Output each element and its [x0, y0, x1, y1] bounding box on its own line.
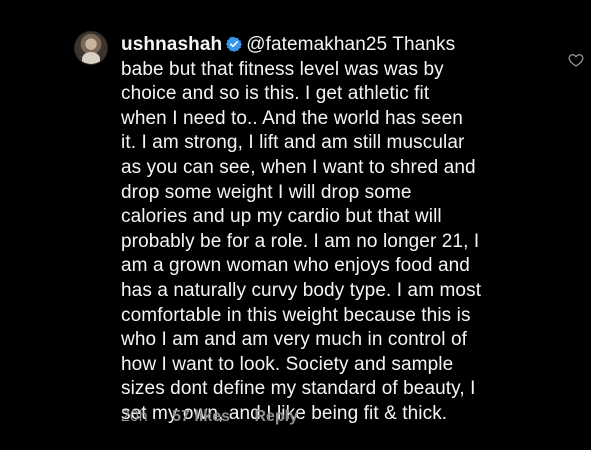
avatar[interactable]: [74, 31, 108, 65]
comment-text-start: Thanks: [392, 34, 456, 55]
comment-body: ushnashah @fatemakhan25 Thanks babe but t…: [121, 33, 561, 427]
comment-line: probably be for a role. I am no longer 2…: [121, 230, 480, 252]
comment-time: 20h: [121, 408, 148, 425]
comment-line: comfortable in this weight because this …: [121, 304, 471, 326]
comment-first-line: ushnashah @fatemakhan25 Thanks: [121, 33, 561, 58]
comment-line: drop some weight I will drop some: [121, 181, 412, 203]
comment-line: am a grown woman who enjoys food and: [121, 255, 470, 277]
comment-line: choice and so is this. I get athletic fi…: [121, 83, 430, 105]
comment: ushnashah @fatemakhan25 Thanks babe but t…: [0, 0, 591, 450]
verified-badge-icon: [226, 36, 243, 52]
comment-line: as you can see, when I want to shred and: [121, 156, 476, 178]
mention-link[interactable]: @fatemakhan25: [246, 34, 387, 55]
comment-line: who I am and am very much in control of: [121, 329, 468, 351]
comment-line: sizes dont define my standard of beauty,…: [121, 378, 476, 400]
comment-line: has a naturally curvy body type. I am mo…: [121, 279, 482, 301]
likes-count[interactable]: 57 likes: [172, 408, 230, 425]
comment-line: when I need to.. And the world has seen: [121, 107, 463, 129]
heart-icon[interactable]: [568, 52, 584, 68]
comment-line: how I want to look. Society and sample: [121, 353, 454, 375]
comment-line: calories and up my cardio but that will: [121, 206, 442, 228]
comment-meta: 20h 57 likes Reply: [121, 408, 318, 426]
comment-line: babe but that fitness level was was by: [121, 58, 444, 80]
username-link[interactable]: ushnashah: [121, 34, 222, 55]
comment-line: it. I am strong, I lift and am still mus…: [121, 132, 465, 154]
reply-button[interactable]: Reply: [254, 408, 298, 425]
